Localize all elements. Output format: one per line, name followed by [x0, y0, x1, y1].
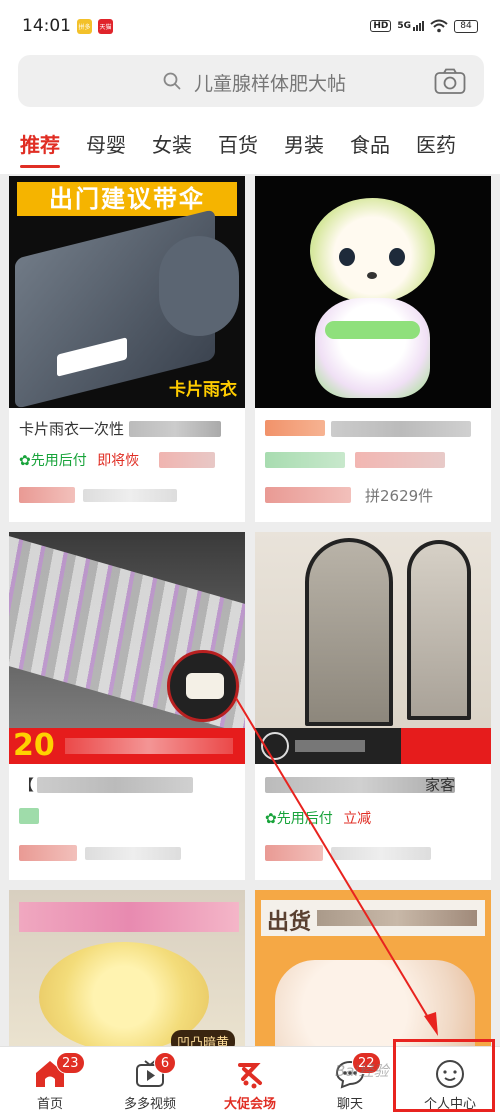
search-header: 儿童腺样体肥大帖 — [0, 52, 500, 112]
tab-recommend[interactable]: 推荐 — [20, 129, 60, 168]
nav-chat-label: 聊天 — [336, 1097, 363, 1112]
search-icon — [163, 72, 181, 90]
tab-mens[interactable]: 男装 — [284, 129, 324, 158]
status-bar: 14:01 拼多 天猫 HD 5G 84 — [0, 0, 500, 52]
status-time: 14:01 — [22, 16, 71, 36]
status-indicators: HD 5G 84 — [370, 19, 478, 33]
search-input[interactable]: 儿童腺样体肥大帖 — [18, 55, 484, 107]
annotation-highlight-box — [393, 1039, 495, 1112]
nav-promo[interactable]: 大促会场 — [200, 1047, 300, 1115]
video-badge: 6 — [154, 1052, 176, 1074]
nav-home[interactable]: 23 首页 — [0, 1047, 100, 1115]
pinduoduo-notification-icon: 拼多 — [77, 18, 92, 34]
nav-home-label: 首页 — [36, 1097, 63, 1112]
nav-promo-label: 大促会场 — [223, 1097, 276, 1112]
signal-icon: 5G — [397, 21, 424, 31]
annotation-arrow — [235, 697, 438, 1036]
tab-medicine[interactable]: 医药 — [416, 129, 456, 158]
tab-womens[interactable]: 女装 — [152, 129, 192, 158]
tab-food[interactable]: 食品 — [350, 129, 390, 158]
nav-video[interactable]: 6 多多视频 — [100, 1047, 200, 1115]
nav-video-label: 多多视频 — [123, 1097, 176, 1112]
tab-baby[interactable]: 母婴 — [86, 129, 126, 158]
watermark: Bai经验 — [335, 1062, 389, 1080]
product-feed: 出门建议带伞 卡片雨衣 卡片雨衣一次性 ✿先用后付 即将恢 拼2629件 20 … — [0, 174, 500, 1046]
nav-chat[interactable]: 22 聊天 — [300, 1047, 400, 1115]
camera-icon[interactable] — [434, 68, 466, 95]
hd-icon: HD — [370, 20, 392, 32]
tmall-notification-icon: 天猫 — [98, 18, 113, 34]
search-placeholder: 儿童腺样体肥大帖 — [194, 73, 347, 95]
category-tabs: 推荐 母婴 女装 百货 男装 食品 医药 — [0, 112, 500, 174]
battery-icon: 84 — [454, 19, 478, 33]
wifi-icon — [430, 19, 448, 33]
promo-icon — [238, 1063, 262, 1089]
tab-general-goods[interactable]: 百货 — [218, 129, 258, 158]
home-badge: 23 — [56, 1052, 85, 1074]
